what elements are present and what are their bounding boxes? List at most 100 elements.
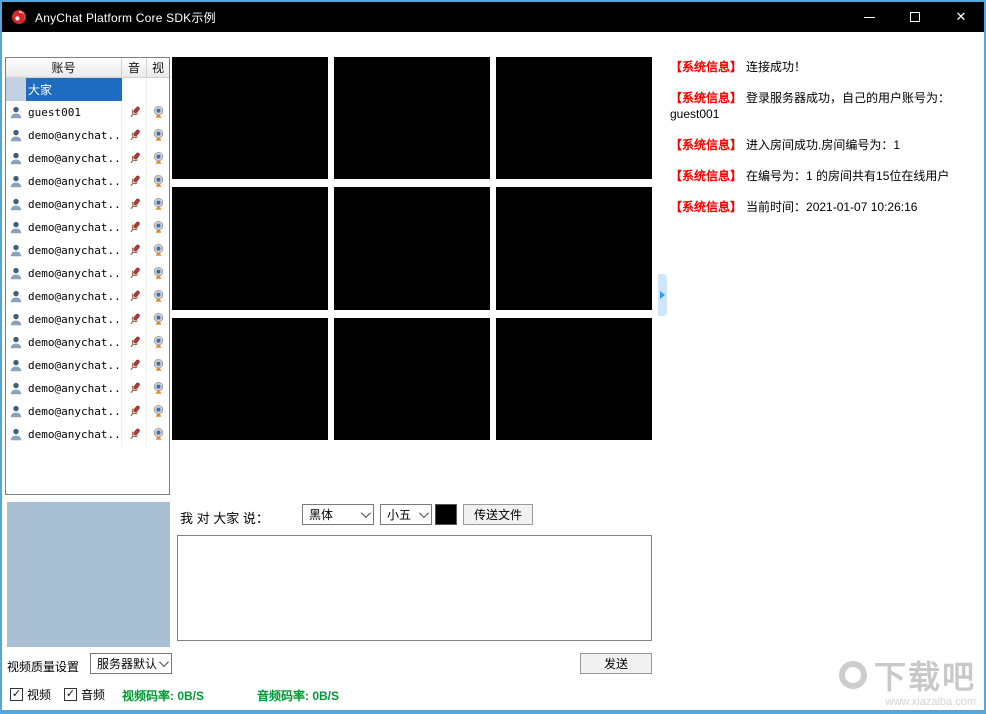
mic-icon[interactable] (127, 151, 142, 166)
user-avatar-icon (9, 358, 23, 373)
user-row[interactable]: demo@anychat... (6, 400, 169, 423)
camera-icon[interactable] (151, 197, 166, 212)
user-avatar-icon (9, 105, 23, 120)
camera-icon[interactable] (151, 220, 166, 235)
mic-icon[interactable] (127, 335, 142, 350)
user-row[interactable]: demo@anychat... (6, 193, 169, 216)
user-name: demo@anychat... (26, 193, 122, 216)
mic-icon[interactable] (127, 358, 142, 373)
chat-message-input[interactable] (177, 535, 652, 641)
camera-icon[interactable] (151, 151, 166, 166)
user-row[interactable]: demo@anychat... (6, 308, 169, 331)
video-bitrate-label: 视频码率: (122, 689, 174, 703)
camera-icon[interactable] (151, 128, 166, 143)
camera-icon[interactable] (151, 335, 166, 350)
minimize-button[interactable] (846, 2, 892, 32)
camera-icon[interactable] (151, 427, 166, 442)
user-avatar-icon (9, 174, 23, 189)
user-row[interactable]: demo@anychat... (6, 331, 169, 354)
send-file-button[interactable]: 传送文件 (463, 504, 533, 525)
camera-icon[interactable] (151, 358, 166, 373)
close-icon: ✕ (955, 9, 967, 24)
font-color-picker[interactable] (435, 504, 457, 525)
user-avatar-icon (9, 289, 23, 304)
camera-icon[interactable] (151, 266, 166, 281)
user-name: demo@anychat... (26, 354, 122, 377)
font-size-select[interactable]: 小五 (380, 504, 432, 525)
camera-icon[interactable] (151, 243, 166, 258)
system-message-panel: 【系统信息】 连接成功！ 【系统信息】 登录服务器成功，自己的用户账号为：guest… (670, 59, 976, 533)
video-cell (334, 187, 490, 310)
camera-icon[interactable] (151, 289, 166, 304)
mic-icon[interactable] (127, 105, 142, 120)
user-row[interactable]: demo@anychat... (6, 147, 169, 170)
message-text: 当前时间：2021-01-07 10:26:16 (746, 200, 918, 214)
video-cell (334, 57, 490, 180)
user-row[interactable]: demo@anychat... (6, 285, 169, 308)
user-avatar-icon (9, 335, 23, 350)
maximize-button[interactable] (892, 2, 938, 32)
column-header-video[interactable]: 视 (147, 58, 169, 77)
mic-icon[interactable] (127, 197, 142, 212)
user-avatar-icon (9, 151, 23, 166)
mic-icon[interactable] (127, 128, 142, 143)
user-row[interactable]: demo@anychat... (6, 124, 169, 147)
panel-expand-handle[interactable] (658, 274, 667, 316)
video-checkbox-label: 视频 (27, 688, 52, 702)
user-row[interactable]: demo@anychat... (6, 377, 169, 400)
user-row[interactable]: demo@anychat... (6, 423, 169, 446)
message-text: 进入房间成功.房间编号为：1 (746, 138, 901, 152)
system-message: 【系统信息】 在编号为：1 的房间共有15位在线用户 (670, 168, 976, 184)
mic-icon[interactable] (127, 266, 142, 281)
message-text: 在编号为：1 的房间共有15位在线用户 (746, 169, 950, 183)
column-header-account[interactable]: 账号 (6, 58, 122, 77)
user-avatar-icon (9, 197, 23, 212)
video-quality-value: 服务器默认 (97, 657, 158, 671)
camera-icon[interactable] (151, 404, 166, 419)
camera-icon[interactable] (151, 174, 166, 189)
user-name: demo@anychat... (26, 216, 122, 239)
user-row[interactable]: demo@anychat... (6, 216, 169, 239)
mic-icon[interactable] (127, 381, 142, 396)
user-name: guest001 (26, 101, 122, 124)
font-family-select[interactable]: 黑体 (302, 504, 374, 525)
user-row[interactable]: guest001 (6, 101, 169, 124)
user-name: demo@anychat... (26, 331, 122, 354)
app-logo-icon (11, 9, 27, 25)
audio-bitrate-value: 0B/S (312, 689, 340, 703)
user-name: demo@anychat... (26, 124, 122, 147)
column-header-audio[interactable]: 音 (122, 58, 147, 77)
camera-icon[interactable] (151, 105, 166, 120)
audio-checkbox[interactable]: ✓ 音频 (64, 686, 105, 703)
mic-icon[interactable] (127, 220, 142, 235)
font-size-value: 小五 (387, 508, 412, 522)
video-quality-select[interactable]: 服务器默认 (90, 653, 172, 674)
close-button[interactable]: ✕ (938, 2, 984, 32)
send-button[interactable]: 发送 (580, 653, 652, 674)
user-row[interactable]: 大家 (6, 78, 169, 101)
video-cell (496, 187, 652, 310)
message-tag: 【系统信息】 (670, 138, 743, 152)
mic-icon[interactable] (127, 312, 142, 327)
user-row[interactable]: demo@anychat... (6, 239, 169, 262)
user-list-rows: 大家 guest001 demo@anychat... demo@anychat… (6, 78, 169, 446)
user-name: demo@anychat... (26, 147, 122, 170)
user-row[interactable]: demo@anychat... (6, 354, 169, 377)
mic-icon[interactable] (127, 174, 142, 189)
video-cell (496, 317, 652, 440)
mic-icon[interactable] (127, 243, 142, 258)
camera-icon[interactable] (151, 312, 166, 327)
user-avatar-icon (9, 404, 23, 419)
message-text: 连接成功！ (746, 60, 807, 74)
message-tag: 【系统信息】 (670, 200, 743, 214)
user-row[interactable]: demo@anychat... (6, 262, 169, 285)
window-title: AnyChat Platform Core SDK示例 (35, 10, 216, 25)
user-avatar-icon (9, 220, 23, 235)
camera-icon[interactable] (151, 381, 166, 396)
mic-icon[interactable] (127, 289, 142, 304)
mic-icon[interactable] (127, 404, 142, 419)
user-row[interactable]: demo@anychat... (6, 170, 169, 193)
watermark-logo-icon (838, 661, 867, 689)
mic-icon[interactable] (127, 427, 142, 442)
video-checkbox[interactable]: ✓ 视频 (10, 686, 51, 703)
